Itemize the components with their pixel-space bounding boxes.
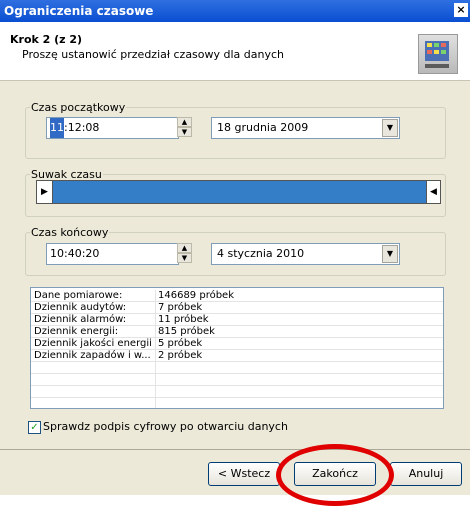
start-time-legend: Czas początkowy: [31, 101, 126, 114]
dialog-window: Ograniczenia czasowe × Krok 2 (z 2) Pros…: [0, 0, 470, 506]
empty-row: [31, 374, 443, 386]
start-time-spinner[interactable]: ▲ ▼: [177, 117, 192, 137]
step-title: Krok 2 (z 2): [10, 33, 83, 46]
step-description: Proszę ustanowić przedział czasowy dla d…: [22, 48, 285, 61]
end-time-spinner[interactable]: ▲ ▼: [177, 243, 192, 263]
list-item: Dziennik audytów: 7 próbek: [31, 302, 443, 314]
slider-range[interactable]: [52, 181, 426, 203]
samples-summary-list[interactable]: Dane pomiarowe: 146689 próbek Dziennik au…: [30, 287, 444, 409]
list-item: Dziennik alarmów: 11 próbek: [31, 314, 443, 326]
list-item: Dziennik zapadów i w... 2 próbek: [31, 350, 443, 362]
verify-signature-checkbox[interactable]: ✓: [28, 421, 41, 434]
spin-up-icon[interactable]: ▲: [177, 243, 192, 253]
start-date-value: 18 grudnia 2009: [217, 121, 309, 134]
spin-down-icon[interactable]: ▼: [177, 127, 192, 137]
spin-down-icon[interactable]: ▼: [177, 253, 192, 263]
end-date-picker[interactable]: 4 stycznia 2010 ▼: [211, 243, 400, 265]
start-date-picker[interactable]: 18 grudnia 2009 ▼: [211, 117, 400, 139]
back-button[interactable]: < Wstecz: [208, 462, 280, 486]
cancel-button[interactable]: Anuluj: [390, 462, 462, 486]
spin-up-icon[interactable]: ▲: [177, 117, 192, 127]
footer-divider: [0, 449, 470, 450]
end-date-value: 4 stycznia 2010: [217, 247, 305, 260]
list-item: Dziennik energii: 815 próbek: [31, 326, 443, 338]
device-icon: [418, 34, 458, 74]
start-time-rest: :12:08: [64, 121, 100, 134]
start-time-input[interactable]: 11:12:08: [46, 117, 179, 139]
end-time-input[interactable]: 10:40:20: [46, 243, 179, 265]
verify-signature-label[interactable]: Sprawdz podpis cyfrowy po otwarciu danyc…: [43, 420, 288, 433]
list-item: Dziennik jakości energii: 5 próbek: [31, 338, 443, 350]
close-button[interactable]: ×: [454, 3, 468, 17]
start-time-hour: 11: [50, 118, 64, 138]
end-time-legend: Czas końcowy: [31, 226, 109, 239]
time-slider[interactable]: ▶ ◀: [36, 180, 441, 204]
highlight-circle: [276, 444, 394, 506]
slider-left-handle[interactable]: ▶: [37, 181, 53, 203]
chevron-down-icon[interactable]: ▼: [382, 245, 398, 263]
wizard-header: Krok 2 (z 2) Proszę ustanowić przedział …: [0, 22, 470, 81]
title-bar: Ograniczenia czasowe ×: [0, 0, 470, 22]
empty-row: [31, 362, 443, 374]
empty-row: [31, 386, 443, 398]
list-item: Dane pomiarowe: 146689 próbek: [31, 290, 443, 302]
slider-right-handle[interactable]: ◀: [426, 181, 440, 203]
empty-row: [31, 398, 443, 408]
window-title: Ograniczenia czasowe: [4, 4, 154, 18]
chevron-down-icon[interactable]: ▼: [382, 119, 398, 137]
